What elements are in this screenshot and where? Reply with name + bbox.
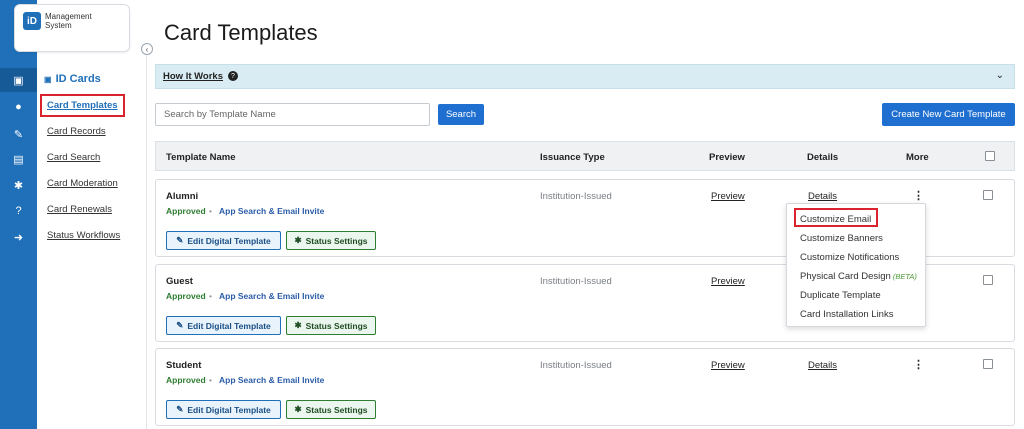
highlight-box: [794, 208, 878, 227]
status-badge: Approved: [166, 206, 206, 216]
document-icon[interactable]: ▤: [0, 147, 37, 171]
how-it-works-panel[interactable]: How It Works ? ⌄: [155, 64, 1015, 89]
search-input[interactable]: [155, 103, 430, 126]
preview-link[interactable]: Preview: [711, 276, 745, 287]
menu-item-customize-notifications[interactable]: Customize Notifications: [800, 252, 899, 263]
sidebar-item-card-templates[interactable]: Card Templates: [47, 100, 118, 111]
enrollment-method: App Search & Email Invite: [219, 206, 325, 216]
edit-digital-template-button[interactable]: ✎ Edit Digital Template: [166, 231, 281, 250]
header-template-name: Template Name: [166, 152, 236, 163]
status-settings-button[interactable]: ✱ Status Settings: [286, 400, 376, 419]
issuance-type: Institution-Issued: [540, 191, 612, 202]
search-button[interactable]: Search: [438, 104, 484, 125]
row-checkbox[interactable]: [983, 359, 993, 369]
help-icon[interactable]: ?: [0, 199, 37, 223]
collapse-sidebar-icon[interactable]: ‹: [141, 43, 153, 55]
row-checkbox[interactable]: [983, 190, 993, 200]
edit-digital-template-button[interactable]: ✎ Edit Digital Template: [166, 400, 281, 419]
how-it-works-label[interactable]: How It Works: [163, 71, 223, 82]
menu-item-physical-card-design[interactable]: Physical Card Design (BETA): [800, 271, 917, 282]
chevron-down-icon[interactable]: ⌄: [996, 70, 1004, 81]
id-card-icon: ▣: [44, 74, 52, 84]
template-name: Alumni: [166, 191, 199, 202]
preview-link[interactable]: Preview: [711, 360, 745, 371]
separator-dot: •: [209, 291, 212, 301]
sidebar-item-card-renewals[interactable]: Card Renewals: [47, 204, 112, 215]
section-title: ▣ ID Cards: [44, 73, 101, 85]
details-link[interactable]: Details: [808, 191, 837, 202]
status-badge: Approved: [166, 291, 206, 301]
gear-icon: ✱: [294, 404, 302, 414]
details-link[interactable]: Details: [808, 360, 837, 371]
page-title: Card Templates: [164, 20, 318, 45]
logo-text: Management System: [45, 12, 92, 30]
menu-item-card-installation-links[interactable]: Card Installation Links: [800, 309, 893, 320]
chat-icon[interactable]: ●: [0, 95, 37, 119]
gear-icon: ✱: [294, 320, 302, 330]
app-logo[interactable]: iD Management System: [14, 4, 130, 52]
gear-icon: ✱: [294, 235, 302, 245]
id-card-icon[interactable]: ▣: [0, 68, 37, 92]
issuance-type: Institution-Issued: [540, 360, 612, 371]
header-details: Details: [807, 152, 839, 163]
header-issuance-type: Issuance Type: [540, 152, 605, 163]
enrollment-method: App Search & Email Invite: [219, 375, 325, 385]
sidebar-item-card-moderation[interactable]: Card Moderation: [47, 178, 118, 189]
status-settings-button[interactable]: ✱ Status Settings: [286, 231, 376, 250]
sign-out-icon[interactable]: ➜: [0, 225, 37, 249]
status-settings-button[interactable]: ✱ Status Settings: [286, 316, 376, 335]
enrollment-method: App Search & Email Invite: [219, 291, 325, 301]
issuance-type: Institution-Issued: [540, 276, 612, 287]
sidebar-item-status-workflows[interactable]: Status Workflows: [47, 230, 120, 241]
sidebar-item-card-search[interactable]: Card Search: [47, 152, 100, 163]
select-all-checkbox[interactable]: [985, 151, 995, 161]
separator-dot: •: [209, 206, 212, 216]
preview-link[interactable]: Preview: [711, 191, 745, 202]
menu-item-customize-banners[interactable]: Customize Banners: [800, 233, 883, 244]
edit-digital-template-button[interactable]: ✎ Edit Digital Template: [166, 316, 281, 335]
menu-item-duplicate-template[interactable]: Duplicate Template: [800, 290, 881, 301]
template-name: Guest: [166, 276, 193, 287]
gear-icon[interactable]: ✱: [0, 173, 37, 197]
separator-dot: •: [209, 375, 212, 385]
table-row: Student Approved • App Search & Email In…: [155, 348, 1015, 426]
beta-badge: (BETA): [892, 272, 917, 281]
template-name: Student: [166, 360, 202, 371]
status-badge: Approved: [166, 375, 206, 385]
row-checkbox[interactable]: [983, 275, 993, 285]
edit-icon: ✎: [176, 404, 184, 414]
more-icon[interactable]: ⋮: [913, 189, 924, 202]
icon-rail: ▣ ● ✎ ▤ ✱ ? ➜: [0, 0, 37, 429]
sidebar-item-card-records[interactable]: Card Records: [47, 126, 106, 137]
more-icon[interactable]: ⋮: [913, 358, 924, 371]
create-template-button[interactable]: Create New Card Template: [882, 103, 1015, 126]
edit-icon: ✎: [176, 320, 184, 330]
edit-icon: ✎: [176, 235, 184, 245]
header-more: More: [906, 152, 929, 163]
rocket-icon[interactable]: ✎: [0, 122, 37, 146]
header-preview: Preview: [709, 152, 745, 163]
question-icon: ?: [228, 71, 238, 81]
table-header: Template Name Issuance Type Preview Deta…: [155, 141, 1015, 171]
logo-mark: iD: [23, 12, 41, 30]
